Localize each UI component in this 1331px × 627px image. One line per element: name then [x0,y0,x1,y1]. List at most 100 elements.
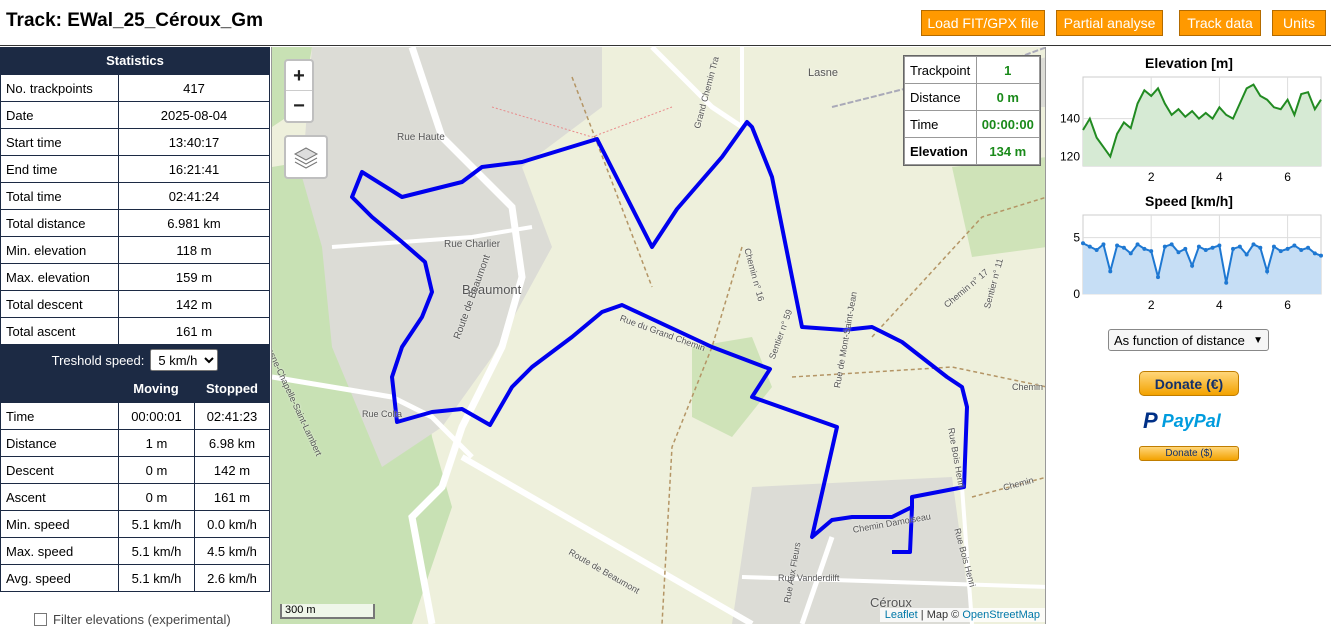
stats-row: Start time 13:40:17 [0,128,270,156]
stats-row: No. trackpoints 417 [0,74,270,102]
threshold-select[interactable]: 5 km/h [150,349,219,371]
statistics-table: No. trackpoints 417 Date 2025-08-04 Start ti… [0,74,270,345]
stats-label: Min. elevation [0,236,119,264]
moving-label: Descent [0,456,119,484]
moving-label: Max. speed [0,537,119,565]
info-label: Elevation [904,137,977,165]
stopped-value: 6.98 km [194,429,270,457]
moving-value: 5.1 km/h [118,564,195,592]
track-data-button[interactable]: Track data [1179,10,1261,36]
map-label: Rue Haute [397,132,445,143]
data-point [1224,280,1229,285]
data-point [1101,242,1106,247]
info-label: Trackpoint [904,56,977,84]
stats-label: Date [0,101,119,129]
moving-label: Distance [0,429,119,457]
stats-value: 2025-08-04 [118,101,270,129]
moving-row: Time 00:00:01 02:41:23 [0,402,270,430]
moving-value: 5.1 km/h [118,537,195,565]
zoom-control: + − [284,59,314,123]
info-value: 1 [975,56,1041,84]
layers-button[interactable] [284,135,328,179]
filter-label: Filter elevations (experimental) [53,612,231,627]
map-label: Rue Charlier [444,239,501,250]
data-point [1237,244,1242,249]
data-point [1312,251,1317,256]
filter-checkbox[interactable] [34,613,47,626]
function-select[interactable]: As function of distance ▼ [1108,329,1269,351]
moving-header: Moving [133,381,179,396]
layers-icon [293,147,319,169]
data-point [1176,250,1181,255]
moving-stopped-table: Time 00:00:01 02:41:23 Distance 1 m 6.98 km De… [0,402,270,592]
stats-label: Max. elevation [0,263,119,291]
threshold-row: Treshold speed: 5 km/h [0,345,270,375]
moving-row: Min. speed 5.1 km/h 0.0 km/h [0,510,270,538]
info-value: 00:00:00 [975,110,1041,138]
stats-value: 16:21:41 [118,155,270,183]
data-point [1203,247,1208,252]
info-label: Time [904,110,977,138]
partial-analyse-button[interactable]: Partial analyse [1056,10,1163,36]
map-label: Rue Colta [362,409,403,419]
donate-dollar-button[interactable]: Donate ($) [1139,446,1239,461]
data-point [1121,245,1126,250]
y-tick-label: 0 [1073,287,1080,301]
data-point [1244,252,1249,257]
load-file-button[interactable]: Load FIT/GPX file [921,10,1045,36]
data-point [1183,246,1188,251]
stats-label: Total descent [0,290,119,318]
y-tick-label: 5 [1073,231,1080,245]
units-button[interactable]: Units [1272,10,1326,36]
leaflet-link[interactable]: Leaflet [885,609,918,621]
charts-panel: Elevation [m] 2 4 6 120 140 Speed [km/h] 2 4 6… [1047,47,1331,624]
stats-value: 142 m [118,290,270,318]
stats-label: Total ascent [0,317,119,345]
zoom-out-button[interactable]: − [286,91,312,121]
moving-stopped-header: Moving Stopped [0,375,270,402]
stats-label: No. trackpoints [0,74,119,102]
info-row: Distance 0 m [904,83,1041,111]
moving-label: Time [0,402,119,430]
data-point [1319,253,1323,258]
elevation-chart[interactable]: 2 4 6 120 140 [1047,73,1331,188]
data-point [1231,246,1236,251]
filter-elevations[interactable]: Filter elevations (experimental) [34,612,231,627]
chevron-down-icon: ▼ [1253,334,1263,346]
stats-row: End time 16:21:41 [0,155,270,183]
header: Track: EWal_25_Céroux_Gm Load FIT/GPX fi… [0,0,1331,46]
zoom-in-button[interactable]: + [286,61,312,91]
moving-label: Ascent [0,483,119,511]
moving-label: Avg. speed [0,564,119,592]
info-value: 0 m [975,83,1041,111]
donate-euro-button[interactable]: Donate (€) [1139,371,1239,396]
data-point [1169,242,1174,247]
moving-value: 0 m [118,483,195,511]
stats-row: Total descent 142 m [0,290,270,318]
osm-link[interactable]: OpenStreetMap [962,609,1040,621]
data-point [1196,244,1201,249]
map-label: Chemin [1012,382,1044,392]
map[interactable]: Beaumont Céroux Lasne Rue Haute Rue Charlier… [271,47,1046,624]
moving-row: Descent 0 m 142 m [0,456,270,484]
stats-value: 02:41:24 [118,182,270,210]
data-point [1258,245,1263,250]
y-tick-label: 140 [1060,112,1080,126]
stopped-value: 161 m [194,483,270,511]
data-point [1265,269,1270,274]
stopped-value: 142 m [194,456,270,484]
data-point [1278,249,1283,254]
trackpoint-info: Trackpoint 1 Distance 0 m Time 00:00:00 Elevat… [903,55,1041,166]
stats-value: 417 [118,74,270,102]
stats-value: 13:40:17 [118,128,270,156]
speed-chart[interactable]: 2 4 6 0 5 [1047,211,1331,316]
paypal-icon: P [1143,408,1158,433]
statistics-panel: Statistics No. trackpoints 417 Date 2025-08… [0,47,270,627]
stats-label: Total time [0,182,119,210]
stats-row: Total ascent 161 m [0,317,270,345]
data-point [1251,242,1256,247]
data-point [1162,244,1167,249]
stats-value: 159 m [118,263,270,291]
moving-value: 1 m [118,429,195,457]
x-tick-label: 2 [1148,170,1155,184]
